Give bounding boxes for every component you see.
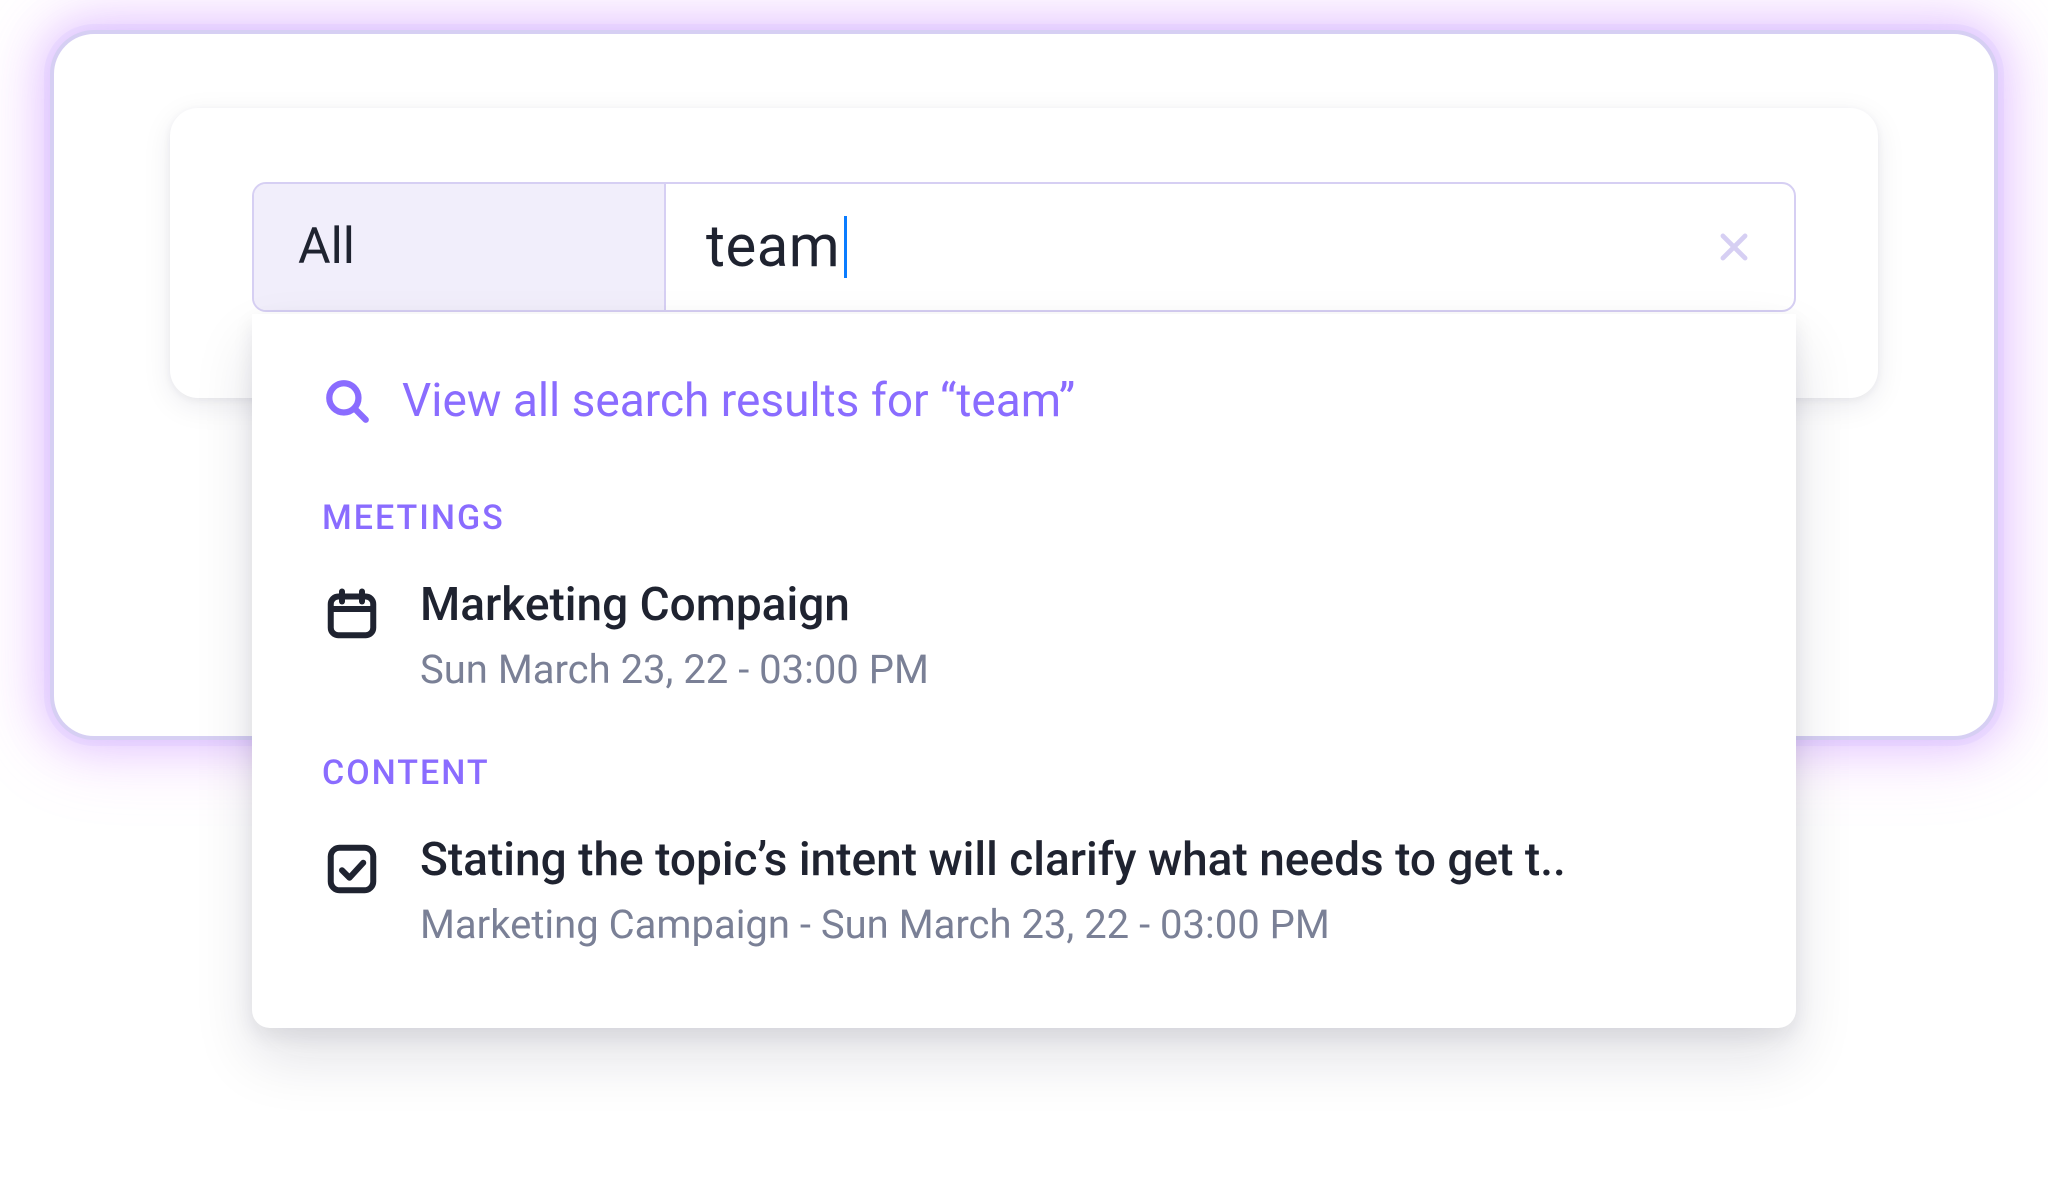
view-all-results-link[interactable]: View all search results for “team” <box>322 374 1726 428</box>
content-result-title: Stating the topic’s intent will clarify … <box>420 833 1726 887</box>
content-result-item[interactable]: Stating the topic’s intent will clarify … <box>322 833 1726 948</box>
meeting-result-title: Marketing Compaign <box>420 578 1726 632</box>
check-square-icon <box>322 839 382 899</box>
close-icon <box>1715 228 1753 266</box>
meeting-result-item[interactable]: Marketing Compaign Sun March 23, 22 - 03… <box>322 578 1726 693</box>
clear-search-button[interactable] <box>1674 184 1794 310</box>
text-caret <box>844 216 847 278</box>
content-result-subtitle: Marketing Campaign - Sun March 23, 22 - … <box>420 901 1726 948</box>
view-all-results-label: View all search results for “team” <box>402 374 1075 428</box>
section-header-meetings: MEETINGS <box>322 498 1726 538</box>
search-results-panel: View all search results for “team” MEETI… <box>252 314 1796 1028</box>
search-bar: All team <box>252 182 1796 312</box>
search-input[interactable]: team <box>666 184 1674 310</box>
section-header-content: CONTENT <box>322 753 1726 793</box>
search-query-text: team <box>706 213 840 281</box>
search-scope-label: All <box>298 218 355 276</box>
meeting-result-subtitle: Sun March 23, 22 - 03:00 PM <box>420 646 1726 693</box>
calendar-icon <box>322 584 382 644</box>
search-icon <box>322 376 372 426</box>
search-scope-selector[interactable]: All <box>254 184 666 310</box>
